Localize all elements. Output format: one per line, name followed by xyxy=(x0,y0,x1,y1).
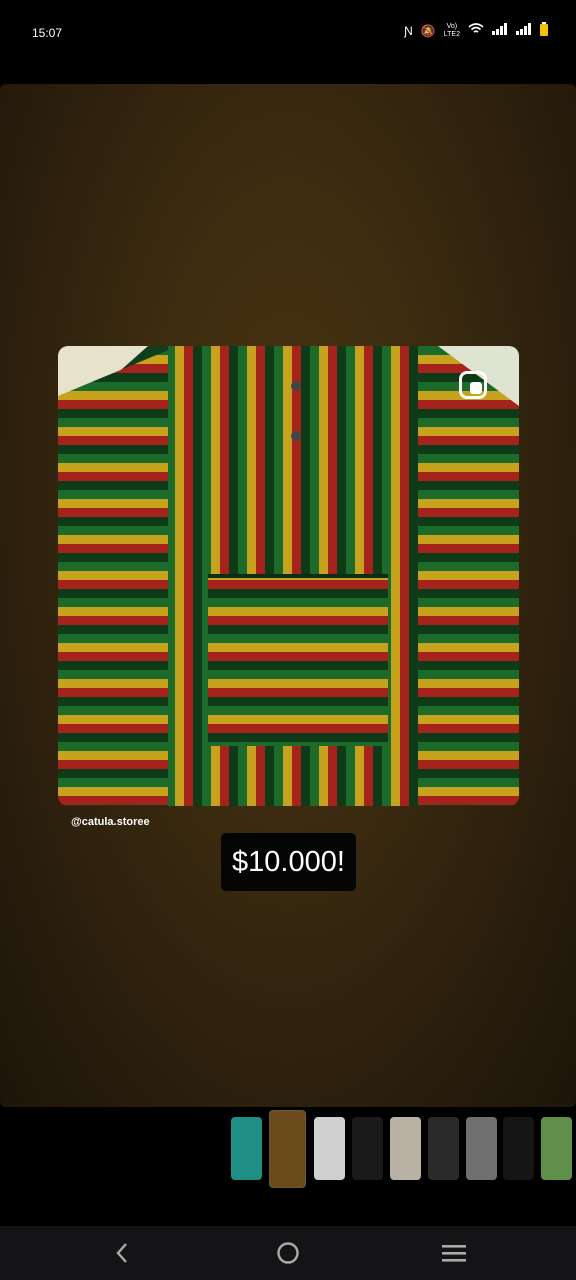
story-thumbnail[interactable] xyxy=(503,1117,534,1180)
price-tag: $10.000! xyxy=(221,833,356,891)
home-icon xyxy=(277,1242,299,1264)
menu-icon xyxy=(442,1245,466,1262)
story-thumbnail[interactable] xyxy=(428,1117,459,1180)
signal-icon xyxy=(492,23,508,39)
menu-button[interactable] xyxy=(439,1238,469,1268)
back-button[interactable] xyxy=(107,1238,137,1268)
story-thumbnail[interactable] xyxy=(269,1110,306,1188)
status-icons: Ɲ 🔕 Vo) LTE2 xyxy=(404,22,548,40)
back-icon xyxy=(116,1243,127,1263)
striped-sweater-image xyxy=(58,346,519,806)
story-thumbnail[interactable] xyxy=(314,1117,345,1180)
thumbnail-strip xyxy=(0,1110,576,1190)
account-handle[interactable]: @catula.storee xyxy=(71,816,150,828)
volte-icon: Vo) LTE2 xyxy=(443,23,460,38)
signal-icon xyxy=(516,23,532,39)
navigation-bar xyxy=(0,1226,576,1280)
story-thumbnail[interactable] xyxy=(466,1117,497,1180)
nfc-icon: Ɲ xyxy=(404,24,413,38)
home-button[interactable] xyxy=(273,1238,303,1268)
mute-icon: 🔕 xyxy=(420,24,436,38)
story-thumbnail[interactable] xyxy=(390,1117,421,1180)
wifi-icon xyxy=(468,23,484,39)
story-view[interactable]: @catula.storee $10.000! xyxy=(0,84,576,1107)
story-thumbnail[interactable] xyxy=(541,1117,572,1180)
status-bar: 15:07 Ɲ 🔕 Vo) LTE2 xyxy=(0,0,576,70)
story-thumbnail[interactable] xyxy=(231,1117,262,1180)
sweater-photo xyxy=(58,346,519,806)
story-thumbnail[interactable] xyxy=(352,1117,383,1180)
instagram-icon xyxy=(459,371,487,399)
battery-icon xyxy=(540,22,548,40)
status-time: 15:07 xyxy=(32,26,63,40)
